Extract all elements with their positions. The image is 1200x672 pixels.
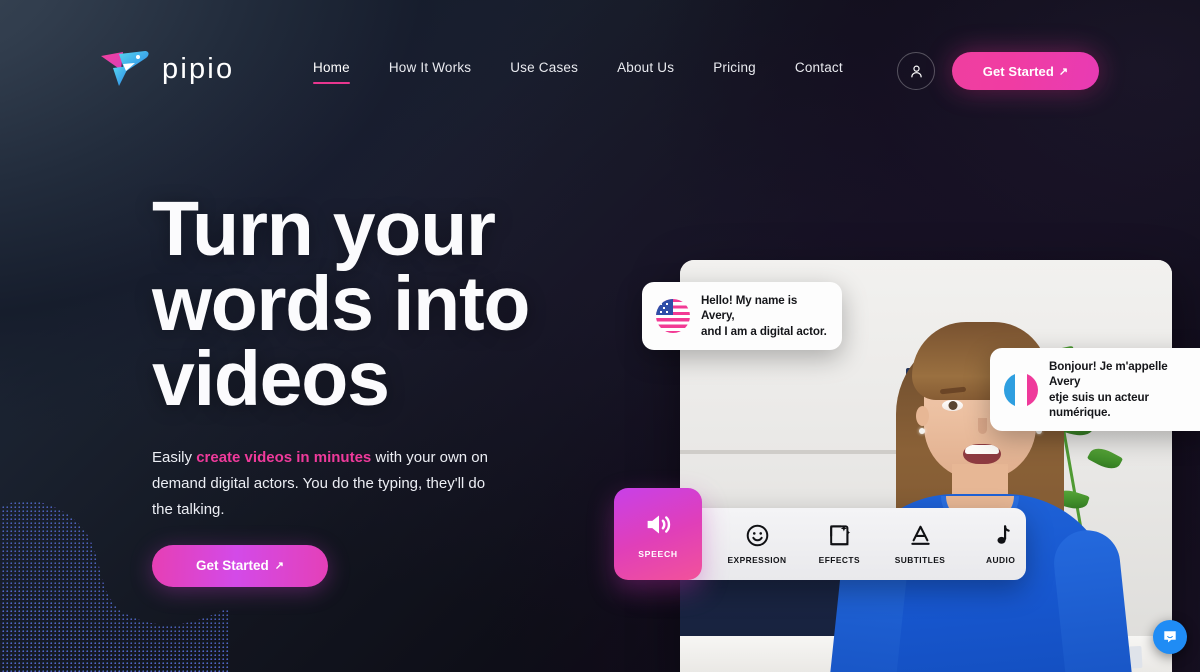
page-title: Turn your words into videos <box>152 191 692 418</box>
bird-logo-icon <box>99 48 151 90</box>
nav-item-home[interactable]: Home <box>313 60 350 84</box>
nav-label: How It Works <box>388 60 472 75</box>
nav-label: Use Cases <box>510 60 579 75</box>
subtext-highlight: create videos in minutes <box>196 449 372 467</box>
nav-item-pricing[interactable]: Pricing <box>713 60 756 84</box>
nav-item-about-us[interactable]: About Us <box>617 60 674 84</box>
arrow-up-right-icon: ↗ <box>1058 65 1069 78</box>
site-header: pipio Home How It Works Use Cases About … <box>0 0 1200 140</box>
arrow-up-right-icon: ↗ <box>274 560 284 573</box>
hero-media: Hello! My name is Avery, and I am a digi… <box>612 160 1200 672</box>
digital-actor-avery <box>826 278 1136 672</box>
header-cta-label: Get Started <box>982 63 1054 79</box>
tool-label: EFFECTS <box>818 555 860 565</box>
account-button[interactable] <box>897 52 935 90</box>
music-note-icon <box>997 525 1010 544</box>
hero-get-started-button[interactable]: Get Started ↗ <box>152 544 328 587</box>
nav-label: Home <box>313 60 350 75</box>
header-get-started-button[interactable]: Get Started ↗ <box>952 52 1099 90</box>
hero-subtext: Easily create videos in minutes with you… <box>152 445 504 522</box>
nav-item-how-it-works[interactable]: How It Works <box>389 60 471 84</box>
page-root: pipio Home How It Works Use Cases About … <box>0 0 1200 672</box>
subtext-prefix: Easily <box>152 449 197 467</box>
chat-widget-button[interactable] <box>1153 620 1187 654</box>
chat-bubble-icon <box>1164 631 1176 643</box>
active-nav-underline <box>313 81 350 84</box>
nav-label: About Us <box>617 60 675 75</box>
nav-label: Contact <box>794 60 843 75</box>
headline-line-3: videos <box>152 336 390 423</box>
tool-audio[interactable]: AUDIO <box>975 523 1026 565</box>
brand-name: pipio <box>162 52 235 85</box>
speech-bubble-french: Bonjour! Je m'appelle Avery etje suis un… <box>990 348 1200 432</box>
brand-logo[interactable]: pipio <box>99 48 234 90</box>
tool-effects[interactable]: EFFECTS <box>814 523 865 565</box>
letter-a-underline-icon <box>910 525 930 545</box>
hero-cta-label: Get Started <box>196 558 269 574</box>
tool-label: AUDIO <box>986 555 1016 565</box>
tool-expression[interactable]: EXPRESSION <box>727 523 787 565</box>
headline-line-1: Turn your <box>152 186 496 272</box>
smiley-face-icon <box>746 524 768 547</box>
tool-subtitles[interactable]: SUBTITLES <box>895 523 946 565</box>
bubble-text: Bonjour! Je m'appelle Avery etje suis un… <box>1049 360 1168 419</box>
bubble-text: Hello! My name is Avery, and I am a digi… <box>701 294 827 338</box>
hero-section: Turn your words into videos Easily creat… <box>152 191 692 587</box>
tool-label: SUBTITLES <box>894 555 946 565</box>
sparkle-frame-icon <box>830 525 851 546</box>
main-navigation: Home How It Works Use Cases About Us Pri… <box>313 60 843 84</box>
nav-item-use-cases[interactable]: Use Cases <box>510 60 578 84</box>
headline-line-2: words into <box>152 261 530 348</box>
tool-label: EXPRESSION <box>727 555 787 565</box>
nav-label: Pricing <box>713 60 756 75</box>
user-account-icon <box>910 65 922 77</box>
fr-flag-icon <box>1004 372 1038 407</box>
nav-item-contact[interactable]: Contact <box>795 60 843 84</box>
